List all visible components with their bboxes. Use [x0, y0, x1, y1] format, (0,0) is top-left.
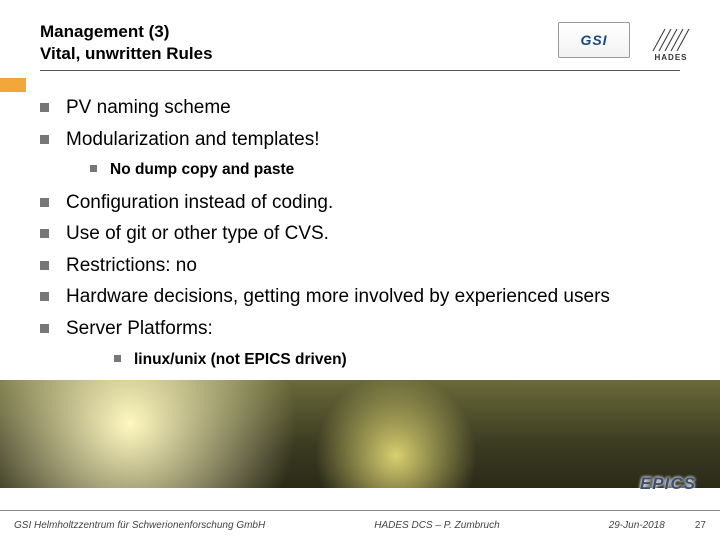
list-item-text: PV naming scheme	[66, 97, 231, 118]
footer-center: HADES DCS – P. Zumbruch	[265, 520, 609, 531]
list-item: Modularization and templates! No dump co…	[40, 127, 690, 182]
list-item-text: Server Platforms:	[66, 318, 213, 339]
title-divider	[40, 70, 680, 71]
list-item: Use of git or other type of CVS.	[40, 221, 690, 247]
gsi-logo: GSI	[558, 22, 630, 58]
list-item: Hardware decisions, getting more involve…	[40, 284, 690, 310]
list-item: Restrictions: no	[40, 253, 690, 279]
footer-date: 29-Jun-2018	[609, 520, 665, 531]
list-item: PV naming scheme	[40, 95, 690, 121]
list-item-text: Restrictions: no	[66, 255, 197, 276]
list-item-text: Modularization and templates!	[66, 129, 319, 150]
list-item-text: Configuration instead of coding.	[66, 192, 333, 213]
background-strip	[0, 380, 720, 488]
hades-logo-label: HADES	[654, 53, 687, 62]
sublist-item: linux/unix (not EPICS driven)	[114, 348, 690, 371]
list-item-text: Hardware decisions, getting more involve…	[66, 286, 610, 307]
list-item: Configuration instead of coding.	[40, 190, 690, 216]
epics-logo: EPICS	[640, 474, 696, 494]
footer-org: GSI Helmholtzzentrum für Schwerionenfors…	[14, 520, 265, 531]
footer-page: 27	[695, 520, 706, 531]
sublist-item: No dump copy and paste	[90, 158, 690, 181]
hades-logo: HADES	[642, 18, 700, 62]
sublist-item-text: No dump copy and paste	[110, 161, 294, 178]
list-item-text: Use of git or other type of CVS.	[66, 223, 329, 244]
bullet-list: PV naming scheme Modularization and temp…	[40, 95, 690, 371]
footer: GSI Helmholtzzentrum für Schwerionenfors…	[0, 510, 720, 540]
list-item: Server Platforms: linux/unix (not EPICS …	[40, 316, 690, 371]
sublist-item-text: linux/unix (not EPICS driven)	[134, 351, 347, 368]
